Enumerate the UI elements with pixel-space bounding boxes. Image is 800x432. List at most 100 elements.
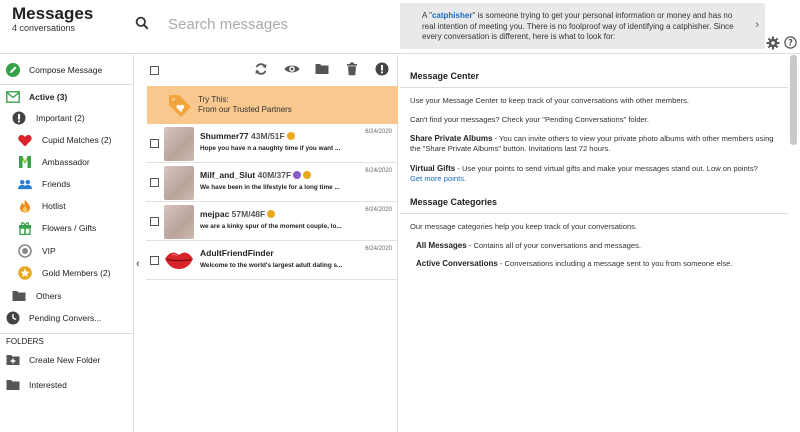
clock-icon (6, 311, 20, 325)
sidebar-item-label: Cupid Matches (2) (42, 135, 112, 145)
message-preview: We have been in the lifestyle for a long… (200, 184, 340, 191)
sidebar-item-gold-members[interactable]: Gold Members (2) (0, 263, 134, 283)
promo-text: Try This: From our Trusted Partners (198, 95, 292, 115)
row-checkbox[interactable] (150, 256, 159, 265)
sidebar-item-flowers-gifts[interactable]: Flowers / Gifts (0, 218, 134, 238)
row-checkbox[interactable] (150, 217, 159, 226)
divider (0, 84, 134, 85)
eye-icon[interactable] (284, 62, 300, 76)
trash-icon[interactable] (345, 62, 359, 76)
chevron-left-icon[interactable]: ‹ (136, 258, 140, 270)
divider (400, 87, 788, 88)
vip-icon (18, 244, 32, 258)
table-row[interactable]: Shummer77 43M/51F 6/24/2020 Hope you hav… (146, 125, 398, 163)
sidebar-item-active[interactable]: Active (3) (0, 87, 134, 107)
tag-heart-icon (169, 95, 191, 117)
sidebar-item-label: Interested (29, 380, 67, 390)
folder-icon[interactable] (315, 62, 329, 76)
sidebar-item-important[interactable]: Important (2) (0, 108, 134, 128)
sender-name[interactable]: AdultFriendFinder (200, 248, 274, 258)
sidebar-item-ambassador[interactable]: Ambassador (0, 152, 134, 172)
sidebar-item-label: Gold Members (2) (42, 268, 111, 278)
sidebar-item-label: Hotlist (42, 201, 66, 211)
create-new-folder-button[interactable]: Create New Folder (0, 350, 134, 370)
folder-icon (12, 289, 26, 303)
promo-line2: From our Trusted Partners (198, 105, 292, 114)
sender-name[interactable]: Milf_and_Slut 40M/37F (200, 170, 312, 180)
avatar[interactable] (164, 205, 194, 239)
sidebar-item-label: Active (3) (29, 92, 68, 102)
gold-badge-icon (303, 171, 312, 179)
verified-badge-icon (293, 171, 302, 179)
report-icon[interactable] (375, 62, 389, 76)
sidebar-item-label: Others (36, 291, 62, 301)
message-date: 6/24/2020 (365, 129, 392, 135)
gear-icon[interactable] (766, 36, 780, 50)
message-date: 6/24/2020 (365, 168, 392, 174)
folder-plus-icon (6, 353, 20, 367)
table-row[interactable]: mejpac 57M/48F 6/24/2020 we are a kinky … (146, 203, 398, 241)
info-prefix: A " (422, 11, 432, 20)
message-date: 6/24/2020 (365, 246, 392, 252)
message-date: 6/24/2020 (365, 207, 392, 213)
sidebar-item-others[interactable]: Others (0, 286, 134, 306)
trusted-partners-promo[interactable]: Try This: From our Trusted Partners (147, 86, 398, 124)
ambassador-icon (18, 155, 32, 169)
sidebar-item-vip[interactable]: VIP (0, 241, 134, 261)
sender-name[interactable]: mejpac 57M/48F (200, 209, 276, 219)
active-conversations-text: Active Conversations - Conversations inc… (416, 259, 733, 268)
compose-message-button[interactable]: Compose Message (0, 60, 134, 80)
avatar[interactable] (164, 166, 194, 200)
catphisher-info-banner[interactable]: A "catphisher" is someone trying to get … (400, 3, 765, 49)
sidebar-item-label: Friends (42, 179, 71, 189)
gold-badge-icon (267, 210, 276, 218)
sidebar-item-interested[interactable]: Interested (0, 375, 134, 395)
promo-line1: Try This: (198, 95, 229, 104)
envelope-icon (6, 90, 20, 104)
search-input[interactable] (168, 12, 378, 36)
lips-icon[interactable] (164, 250, 194, 270)
sidebar: Compose Message Active (3) Important (2)… (0, 55, 134, 432)
sidebar-item-pending[interactable]: Pending Convers... (0, 308, 134, 328)
table-row[interactable]: AdultFriendFinder 6/24/2020 Welcome to t… (146, 242, 398, 280)
sidebar-item-cupid-matches[interactable]: Cupid Matches (2) (0, 130, 134, 150)
row-checkbox[interactable] (150, 139, 159, 148)
flame-icon (18, 199, 32, 213)
message-categories-title: Message Categories (410, 197, 498, 207)
conversation-count: 4 conversations (12, 23, 76, 33)
divider (400, 213, 788, 214)
select-all-checkbox[interactable] (150, 66, 159, 75)
sidebar-item-friends[interactable]: Friends (0, 174, 134, 194)
help-icon[interactable]: ? (784, 36, 797, 49)
svg-text:?: ? (788, 39, 793, 49)
sidebar-item-hotlist[interactable]: Hotlist (0, 196, 134, 216)
header: Messages 4 conversations A "catphisher" … (0, 0, 800, 54)
star-badge-icon (18, 266, 32, 280)
sidebar-item-label: Pending Convers... (29, 313, 102, 323)
all-messages-text: All Messages - Contains all of your conv… (416, 241, 642, 250)
compose-message-label: Compose Message (29, 65, 103, 75)
share-albums-text: Share Private Albums - You can invite ot… (410, 134, 774, 153)
get-more-points-link[interactable]: Get more points. (410, 174, 466, 183)
people-icon (18, 177, 32, 191)
search-icon[interactable] (135, 16, 149, 30)
content-scrollbar[interactable] (790, 55, 797, 145)
pencil-icon (6, 63, 20, 77)
message-center-title: Message Center (410, 71, 480, 81)
refresh-icon[interactable] (254, 62, 268, 76)
message-preview: Welcome to the world's largest adult dat… (200, 262, 343, 269)
sidebar-item-label: Flowers / Gifts (42, 223, 97, 233)
sidebar-item-label: Important (2) (36, 113, 85, 123)
message-center-panel: Message Center Use your Message Center t… (400, 55, 788, 432)
table-row[interactable]: Milf_and_Slut 40M/37F 6/24/2020 We have … (146, 164, 398, 202)
divider (0, 333, 134, 334)
list-toolbar (146, 55, 398, 85)
sender-name[interactable]: Shummer77 43M/51F (200, 131, 295, 141)
row-checkbox[interactable] (150, 178, 159, 187)
folder-icon (6, 378, 20, 392)
avatar[interactable] (164, 127, 194, 161)
intro-text: Use your Message Center to keep track of… (410, 96, 689, 105)
virtual-gifts-text: Virtual Gifts - Use your points to send … (410, 164, 758, 183)
chevron-right-icon[interactable]: › (755, 20, 759, 31)
catphisher-link[interactable]: catphisher (432, 11, 472, 20)
